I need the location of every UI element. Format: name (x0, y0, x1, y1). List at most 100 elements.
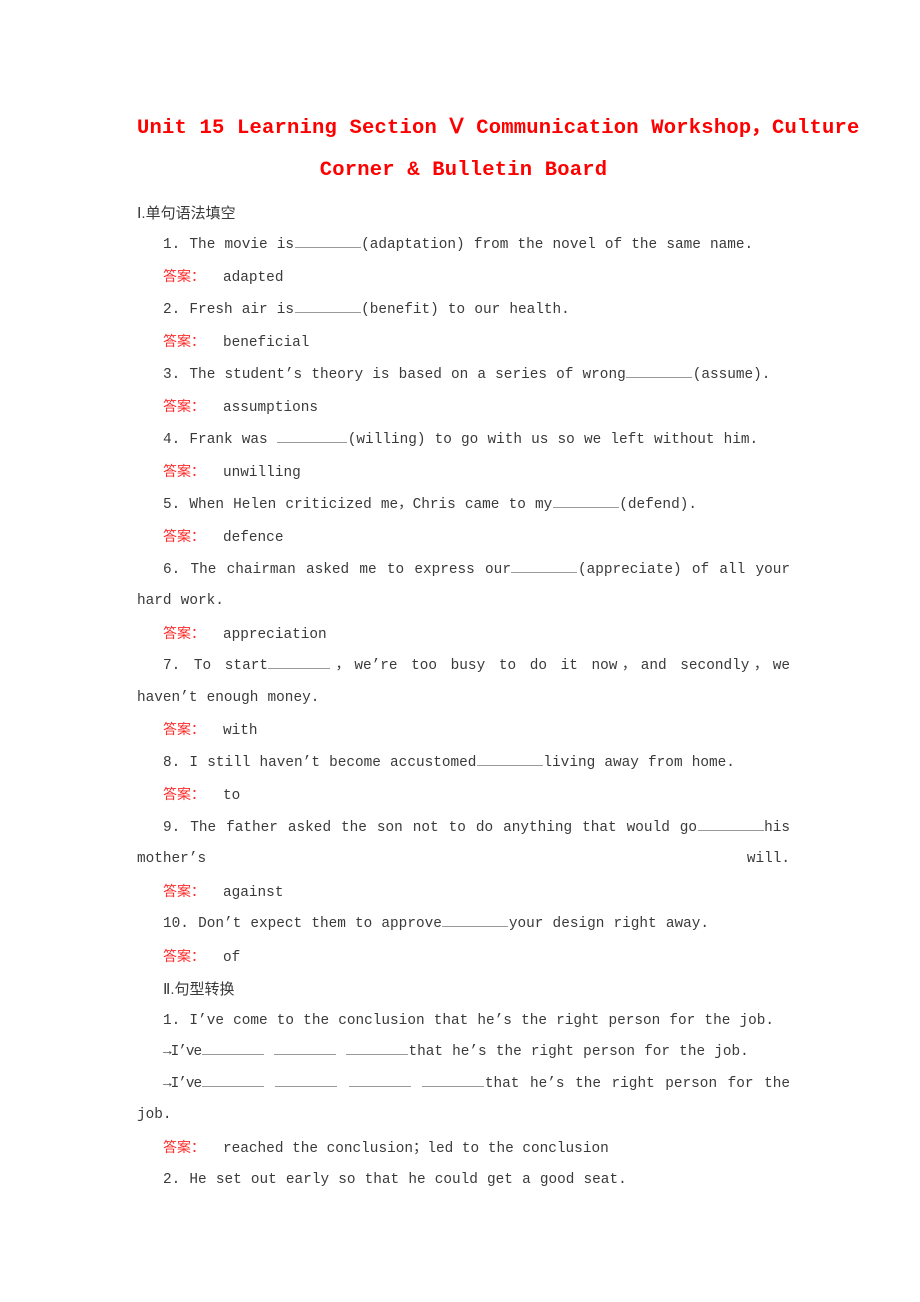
answer-blank[interactable] (511, 558, 578, 573)
question-number: 1. (163, 236, 181, 253)
question-text: I’ve come to the conclusion that he’s th… (189, 1012, 775, 1029)
answer-label: 答案： (163, 463, 205, 479)
question-number: 3. (163, 366, 181, 383)
question-text-pre: To start (193, 658, 268, 674)
answer-text: defence (223, 530, 284, 546)
answer-label: 答案： (163, 398, 205, 414)
question-item: 6. The chairman asked me to express our(… (137, 555, 790, 618)
answer-text: adapted (223, 270, 284, 286)
answer-line: 答案： assumptions (137, 391, 790, 425)
transform-item-original: 1. I’ve come to the conclusion that he’s… (137, 1006, 790, 1038)
answer-text: reached the conclusion；led to the conclu… (223, 1140, 609, 1157)
answer-line: 答案： adapted (137, 261, 790, 295)
document-content: Unit 15 Learning Section Ⅴ Communication… (137, 108, 860, 1197)
answer-blank[interactable] (275, 1072, 338, 1087)
question-text-pre: The father asked the son not to do anyth… (190, 819, 698, 836)
answer-label: 答案： (163, 1138, 205, 1155)
question-text-pre: Don’t expect them to approve (198, 916, 442, 932)
answer-text: to (223, 788, 241, 804)
question-number: 5. (163, 496, 181, 513)
question-item: 7. To start ，we’re too busy to do it now，… (137, 651, 790, 714)
answer-text: against (223, 884, 284, 901)
question-number: 7. (163, 658, 181, 674)
answer-text: of (223, 949, 241, 966)
answer-label: 答案： (163, 268, 205, 284)
page-title-line-2: Corner & Bulletin Board (319, 159, 608, 182)
answer-blank[interactable] (345, 1040, 408, 1055)
question-text-post: (defend). (619, 496, 697, 513)
question-text-pre: The chairman asked me to express our (190, 561, 511, 578)
question-text-post: living away from home. (543, 754, 735, 771)
answer-label: 答案： (163, 624, 205, 641)
answer-blank[interactable] (294, 298, 361, 313)
question-item: 8. I still haven’t become accustomed livi… (137, 748, 790, 780)
answer-line: 答案： appreciation (137, 618, 790, 652)
question-item: 9. The father asked the son not to do an… (137, 813, 790, 876)
transform-line-2: →I’ve that he’s the right person for the… (137, 1069, 790, 1132)
transform-line-1: →I’ve that he’s the right person for the… (137, 1037, 790, 1069)
answer-label: 答案： (163, 528, 205, 544)
question-item: 5. When Helen criticized me，Chris came t… (137, 490, 790, 522)
answer-line: 答案： of (137, 941, 790, 975)
section-heading-2: Ⅱ.句型转换 (163, 981, 235, 998)
question-text-pre: I still haven’t become accustomed (189, 754, 477, 771)
answer-blank[interactable] (273, 1040, 336, 1055)
page-title-line-1: Unit 15 Learning Section Ⅴ Communication… (137, 117, 860, 140)
question-number: 6. (163, 561, 181, 578)
section-heading-1: Ⅰ.单句语法填空 (137, 205, 236, 222)
question-text-post: (benefit) to our health. (361, 301, 570, 318)
question-number: 2. (163, 1172, 181, 1188)
answer-label: 答案： (163, 882, 205, 899)
question-text-post: (willing) to go with us so we left witho… (347, 431, 759, 448)
question-item: 2. Fresh air is (benefit) to our health. (137, 295, 790, 327)
question-number: 8. (163, 754, 181, 771)
answer-text: beneficial (223, 335, 310, 351)
answer-text: unwilling (223, 465, 301, 481)
answer-label: 答案： (163, 721, 205, 737)
question-item: 1. The movie is (adaptation) from the nov… (137, 230, 790, 262)
question-item: 10. Don’t expect them to approve your des… (137, 909, 790, 941)
answer-label: 答案： (163, 786, 205, 802)
answer-line: 答案： beneficial (137, 326, 790, 360)
transform-item-original: 2. He set out early so that he could get… (137, 1165, 790, 1197)
question-text-pre: The student’s theory is based on a serie… (189, 366, 626, 383)
answer-blank[interactable] (294, 233, 361, 248)
answer-blank[interactable] (697, 816, 764, 831)
answer-blank[interactable] (268, 654, 331, 669)
answer-blank[interactable] (552, 493, 619, 508)
question-number: 4. (163, 431, 181, 448)
answer-blank[interactable] (348, 1072, 411, 1087)
answer-label: 答案： (163, 333, 205, 349)
answer-blank[interactable] (201, 1040, 264, 1055)
answer-label: 答案： (163, 947, 205, 964)
document-page: Unit 15 Learning Section Ⅴ Communication… (0, 0, 920, 1302)
question-text-pre: Frank was (189, 431, 277, 448)
question-text-pre: When Helen criticized me，Chris came to m… (189, 496, 553, 513)
answer-line: 答案： defence (137, 521, 790, 555)
question-text-post: (adaptation) from the novel of the same … (361, 236, 754, 253)
question-item: 3. The student’s theory is based on a se… (137, 360, 790, 392)
question-number: 2. (163, 301, 181, 318)
question-text-post: (assume). (692, 366, 771, 383)
question-item: 4. Frank was (willing) to go with us so … (137, 425, 790, 457)
answer-blank[interactable] (442, 912, 509, 927)
answer-blank[interactable] (626, 363, 693, 378)
page-title: Unit 15 Learning Section Ⅴ Communication… (137, 108, 860, 192)
arrow-icon: →I’ve (163, 1075, 202, 1092)
question-number: 9. (163, 819, 181, 836)
question-text-pre: Fresh air is (189, 301, 295, 318)
answer-line: 答案： with (137, 714, 790, 748)
answer-blank[interactable] (476, 751, 543, 766)
question-text: He set out early so that he could get a … (189, 1172, 627, 1188)
answer-text: assumptions (223, 400, 318, 416)
answer-line: 答案： to (137, 779, 790, 813)
question-number: 10. (163, 916, 189, 932)
answer-line: 答案： reached the conclusion；led to the con… (137, 1132, 790, 1166)
answer-line: 答案： unwilling (137, 456, 790, 490)
transform-text-post: that he’s the right person for the job. (408, 1044, 749, 1060)
answer-blank[interactable] (422, 1072, 485, 1087)
answer-blank[interactable] (201, 1072, 264, 1087)
arrow-icon: →I’ve (163, 1044, 202, 1060)
question-text-post: your design right away. (508, 916, 709, 932)
answer-blank[interactable] (277, 428, 348, 443)
